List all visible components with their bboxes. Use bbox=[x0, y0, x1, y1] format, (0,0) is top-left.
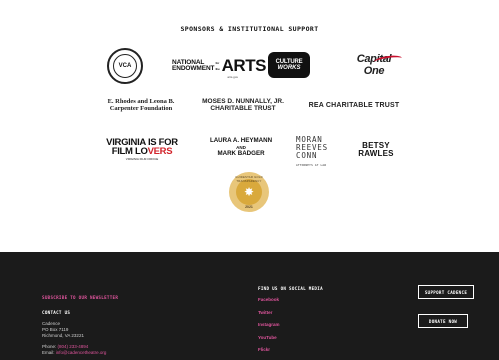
rea-trust-logo[interactable]: REA CHARITABLE TRUST bbox=[304, 99, 404, 111]
email-link[interactable]: info@cadencetheatre.org bbox=[56, 350, 107, 355]
contact-details: Phone: (804) 233-4894 Email: info@cadenc… bbox=[42, 343, 107, 355]
address-block: Cadence PO Box 7119 Richmond, VA 23221 bbox=[42, 321, 84, 339]
guidestar-seal-logo[interactable]: GUIDESTAR GOLD TRANSPARENCY ✸ 2021 bbox=[229, 172, 269, 212]
culture-works-logo[interactable]: CULTURE WORKS bbox=[268, 52, 310, 78]
newsletter-link[interactable]: SUBSCRIBE TO OUR NEWSLETTER bbox=[42, 295, 118, 300]
flickr-link[interactable]: Flickr bbox=[258, 344, 378, 357]
social-links: Facebook Twitter Instagram YouTube Flick… bbox=[258, 294, 378, 357]
facebook-link[interactable]: Facebook bbox=[258, 294, 378, 307]
contact-heading: CONTACT US bbox=[42, 310, 71, 315]
virginia-film-logo[interactable]: VIRGINIA IS FOR FILM LOVERS VIRGINIA FIL… bbox=[104, 136, 180, 162]
moran-reeves-conn-logo[interactable]: MORAN REEVES CONN ATTORNEYS AT LAW bbox=[296, 131, 332, 173]
vca-seal-icon: VCA bbox=[107, 48, 143, 84]
nunnally-trust-logo[interactable]: MOSES D. NUNNALLY, JR. CHARITABLE TRUST bbox=[198, 96, 288, 114]
vca-logo[interactable]: VCA bbox=[106, 47, 144, 85]
nea-logo-text: NATIONAL ENDOWMENT bbox=[172, 58, 215, 72]
heymann-badger-logo[interactable]: LAURA A. HEYMANN AND MARK BADGER bbox=[202, 137, 280, 159]
rhodes-foundation-logo[interactable]: E. Rhodes and Leona B. Carpenter Foundat… bbox=[100, 96, 182, 114]
phone-link[interactable]: (804) 233-4894 bbox=[58, 344, 89, 349]
support-cadence-button[interactable]: SUPPORT CADENCE bbox=[418, 285, 474, 299]
nea-arts-text: ARTS bbox=[221, 56, 267, 75]
vca-logo-text: VCA bbox=[113, 54, 137, 78]
capital-one-logo[interactable]: Capital One bbox=[346, 53, 403, 77]
betsy-rawles-logo[interactable]: BETSY RAWLES bbox=[354, 141, 398, 159]
sponsors-section: SPONSORS & INSTITUTIONAL SUPPORT VCA NAT… bbox=[0, 0, 499, 252]
instagram-link[interactable]: Instagram bbox=[258, 319, 378, 332]
youtube-link[interactable]: YouTube bbox=[258, 332, 378, 345]
sponsors-title: SPONSORS & INSTITUTIONAL SUPPORT bbox=[180, 25, 319, 33]
donate-now-button[interactable]: DONATE NOW bbox=[418, 314, 468, 328]
footer-contact-column: SUBSCRIBE TO OUR NEWSLETTER CONTACT US C… bbox=[42, 286, 212, 356]
footer-social-column: FIND US ON SOCIAL MEDIA Facebook Twitter… bbox=[258, 286, 378, 357]
twitter-link[interactable]: Twitter bbox=[258, 307, 378, 320]
social-heading: FIND US ON SOCIAL MEDIA bbox=[258, 286, 323, 291]
nea-logo[interactable]: NATIONAL ENDOWMENT for the ARTS arts.gov bbox=[172, 56, 266, 79]
site-footer: SUBSCRIBE TO OUR NEWSLETTER CONTACT US C… bbox=[0, 252, 499, 360]
